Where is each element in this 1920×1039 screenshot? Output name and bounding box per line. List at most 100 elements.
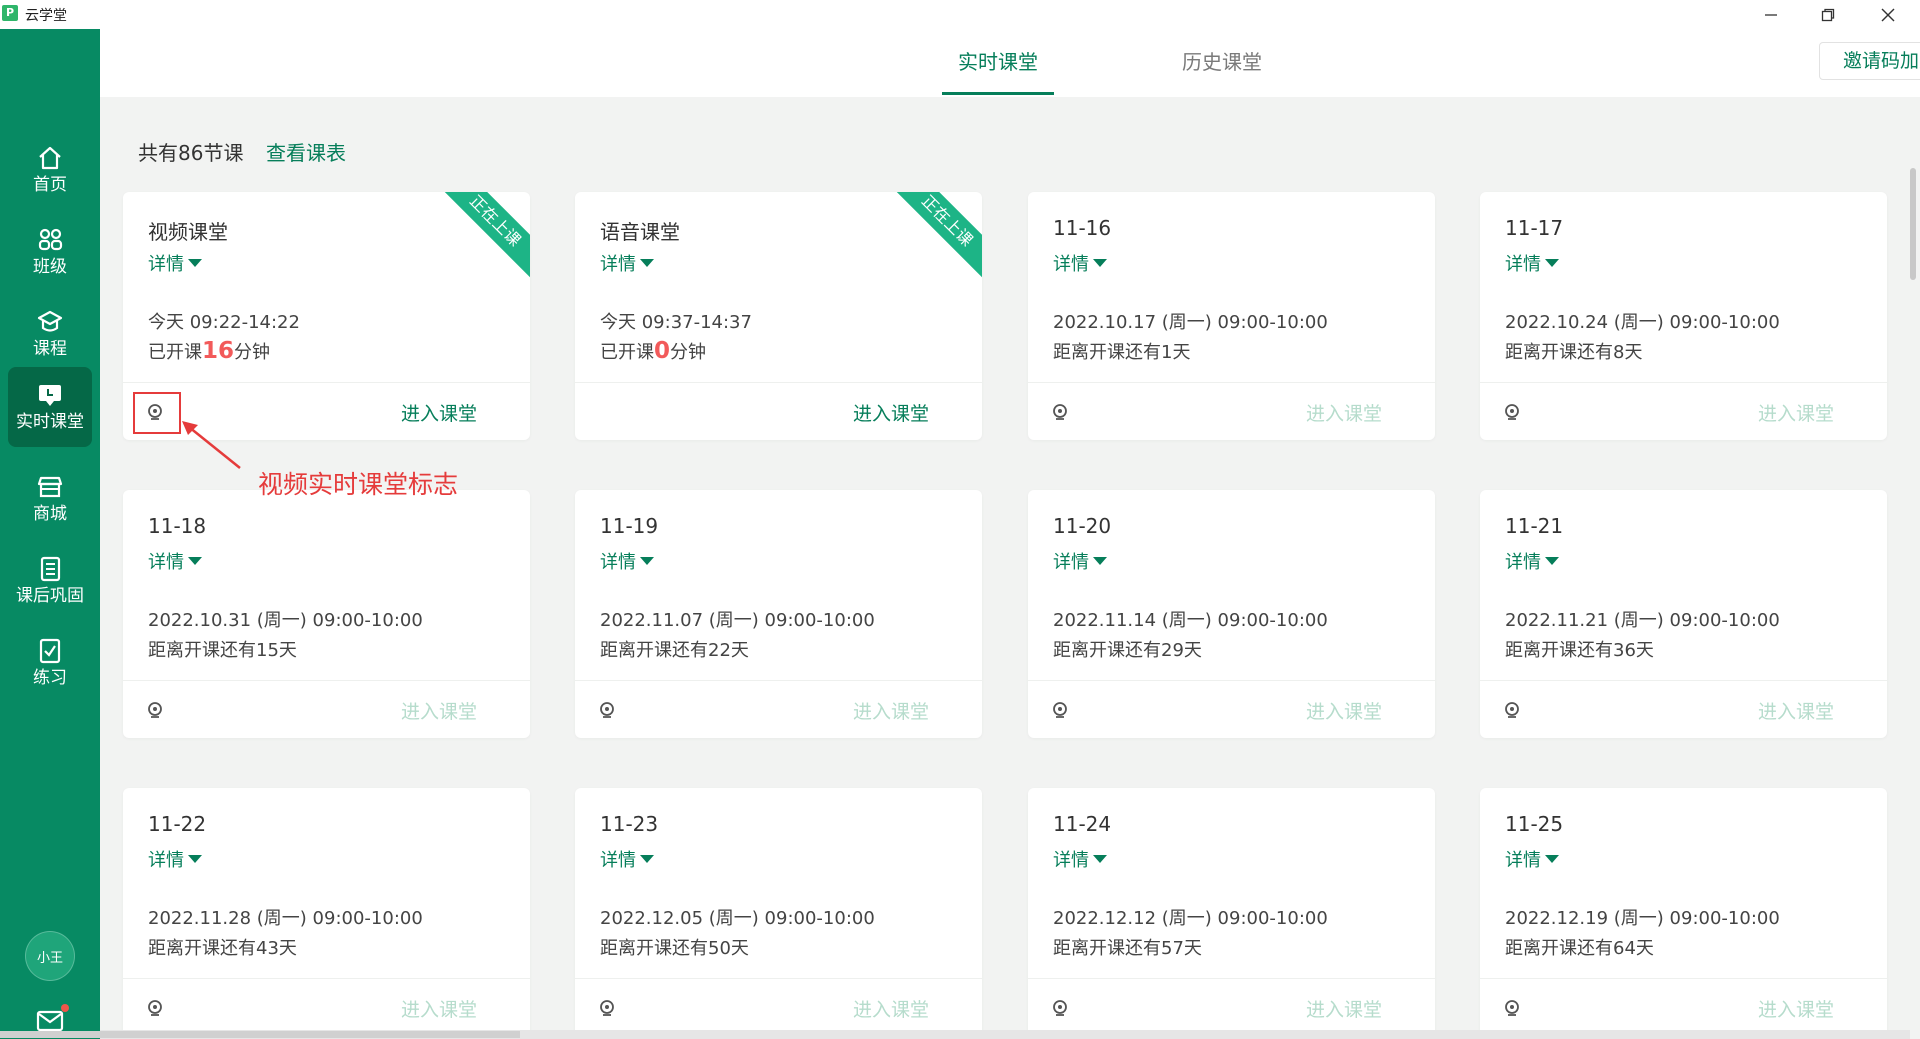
enter-class-button[interactable]: 进入课堂 — [401, 697, 477, 724]
card-status: 已开课0分钟 — [600, 338, 706, 364]
caret-down-icon — [640, 855, 654, 863]
details-toggle[interactable]: 详情 — [600, 846, 654, 872]
card-time: 2022.10.24 (周一) 09:00-10:00 — [1505, 312, 1780, 333]
card-footer: 进入课堂 — [575, 680, 982, 738]
sidebar-item-label: 首页 — [33, 175, 67, 195]
card-time: 2022.10.17 (周一) 09:00-10:00 — [1053, 312, 1328, 333]
camera-icon — [1505, 1000, 1519, 1016]
details-toggle[interactable]: 详情 — [148, 250, 202, 276]
minimize-button[interactable] — [1745, 0, 1797, 29]
enter-class-button[interactable]: 进入课堂 — [853, 399, 929, 426]
enter-class-button[interactable]: 进入课堂 — [1758, 995, 1834, 1022]
card-title: 语音课堂 — [600, 220, 680, 244]
camera-icon — [1053, 1000, 1067, 1016]
caret-down-icon — [188, 259, 202, 267]
course-icon — [36, 308, 64, 336]
details-toggle[interactable]: 详情 — [148, 548, 202, 574]
sidebar-item-class[interactable]: 班级 — [8, 212, 92, 292]
mail-icon[interactable] — [36, 1009, 64, 1033]
live-class-icon — [36, 381, 64, 409]
card-time: 今天 09:37-14:37 — [600, 312, 752, 333]
caret-down-icon — [188, 855, 202, 863]
camera-icon — [600, 702, 614, 718]
card-title: 11-19 — [600, 514, 659, 538]
details-toggle[interactable]: 详情 — [1505, 846, 1559, 872]
elapsed-minutes: 0 — [654, 338, 671, 364]
card-time: 2022.10.31 (周一) 09:00-10:00 — [148, 610, 423, 631]
restore-button[interactable] — [1802, 0, 1854, 29]
tab-history-class[interactable]: 历史课堂 — [1166, 29, 1278, 95]
card-footer: 进入课堂 — [575, 382, 982, 440]
app-title: 云学堂 — [25, 8, 67, 24]
card-footer: 进入课堂 — [1028, 680, 1435, 738]
card-status: 距离开课还有1天 — [1053, 342, 1191, 363]
course-card: 11-25 详情 2022.12.19 (周一) 09:00-10:00 距离开… — [1480, 788, 1887, 1036]
card-footer: 进入课堂 — [1028, 978, 1435, 1036]
course-card: 正在上课 语音课堂 详情 今天 09:37-14:37 已开课0分钟 进入课堂 — [575, 192, 982, 440]
view-schedule-link[interactable]: 查看课表 — [266, 137, 346, 166]
card-time: 2022.11.21 (周一) 09:00-10:00 — [1505, 610, 1780, 631]
enter-class-button[interactable]: 进入课堂 — [401, 399, 477, 426]
caret-down-icon — [1093, 855, 1107, 863]
horizontal-scrollbar-thumb[interactable] — [0, 1031, 520, 1038]
enter-class-button[interactable]: 进入课堂 — [1306, 399, 1382, 426]
card-title: 11-22 — [148, 812, 207, 836]
card-footer: 进入课堂 — [123, 978, 530, 1036]
details-toggle[interactable]: 详情 — [1505, 250, 1559, 276]
card-footer: 进入课堂 — [1480, 382, 1887, 440]
card-status: 距离开课还有43天 — [148, 938, 297, 959]
caret-down-icon — [1093, 259, 1107, 267]
card-footer: 进入课堂 — [1480, 680, 1887, 738]
avatar[interactable]: 小王 — [25, 931, 75, 981]
details-toggle[interactable]: 详情 — [1053, 250, 1107, 276]
minimize-icon — [1765, 13, 1777, 16]
status-suffix: 分钟 — [670, 342, 707, 363]
store-icon — [36, 473, 64, 501]
card-title: 11-21 — [1505, 514, 1564, 538]
sidebar-item-label: 班级 — [33, 257, 67, 277]
details-label: 详情 — [600, 254, 636, 275]
enter-class-button[interactable]: 进入课堂 — [1306, 995, 1382, 1022]
details-toggle[interactable]: 详情 — [600, 548, 654, 574]
details-label: 详情 — [1053, 254, 1089, 275]
camera-icon — [148, 1000, 162, 1016]
course-card: 11-17 详情 2022.10.24 (周一) 09:00-10:00 距离开… — [1480, 192, 1887, 440]
enter-class-button[interactable]: 进入课堂 — [1758, 697, 1834, 724]
card-title: 视频课堂 — [148, 220, 228, 244]
enter-class-button[interactable]: 进入课堂 — [1306, 697, 1382, 724]
vertical-scrollbar[interactable] — [1910, 168, 1916, 280]
details-toggle[interactable]: 详情 — [1053, 846, 1107, 872]
card-title: 11-23 — [600, 812, 659, 836]
close-button[interactable] — [1862, 0, 1914, 29]
camera-icon — [1505, 702, 1519, 718]
annotation-highlight-box — [133, 392, 181, 434]
sidebar-item-practice[interactable]: 练习 — [8, 623, 92, 703]
sidebar-item-live-class[interactable]: 实时课堂 — [8, 367, 92, 447]
enter-class-button[interactable]: 进入课堂 — [853, 697, 929, 724]
card-status: 已开课16分钟 — [148, 338, 270, 364]
tab-bar: 实时课堂 历史课堂 邀请码加入课堂 — [100, 29, 1920, 97]
enter-class-button[interactable]: 进入课堂 — [1758, 399, 1834, 426]
status-prefix: 已开课 — [148, 342, 202, 363]
notification-dot — [61, 1004, 69, 1012]
course-card: 11-21 详情 2022.11.21 (周一) 09:00-10:00 距离开… — [1480, 490, 1887, 738]
details-toggle[interactable]: 详情 — [600, 250, 654, 276]
enter-class-button[interactable]: 进入课堂 — [853, 995, 929, 1022]
card-footer: 进入课堂 — [1028, 382, 1435, 440]
tab-live-class[interactable]: 实时课堂 — [942, 29, 1054, 95]
card-status: 距离开课还有8天 — [1505, 342, 1643, 363]
join-by-code-button[interactable]: 邀请码加入课堂 — [1819, 42, 1920, 80]
camera-icon — [1053, 404, 1067, 420]
restore-icon — [1821, 8, 1835, 21]
details-toggle[interactable]: 详情 — [1053, 548, 1107, 574]
sidebar-item-store[interactable]: 商城 — [8, 459, 92, 539]
details-label: 详情 — [600, 850, 636, 871]
details-toggle[interactable]: 详情 — [1505, 548, 1559, 574]
sidebar-item-review[interactable]: 课后巩固 — [8, 541, 92, 621]
details-label: 详情 — [148, 552, 184, 573]
enter-class-button[interactable]: 进入课堂 — [401, 995, 477, 1022]
sidebar-item-course[interactable]: 课程 — [8, 294, 92, 374]
sidebar-item-home[interactable]: 首页 — [8, 130, 92, 210]
elapsed-minutes: 16 — [202, 338, 235, 364]
details-toggle[interactable]: 详情 — [148, 846, 202, 872]
